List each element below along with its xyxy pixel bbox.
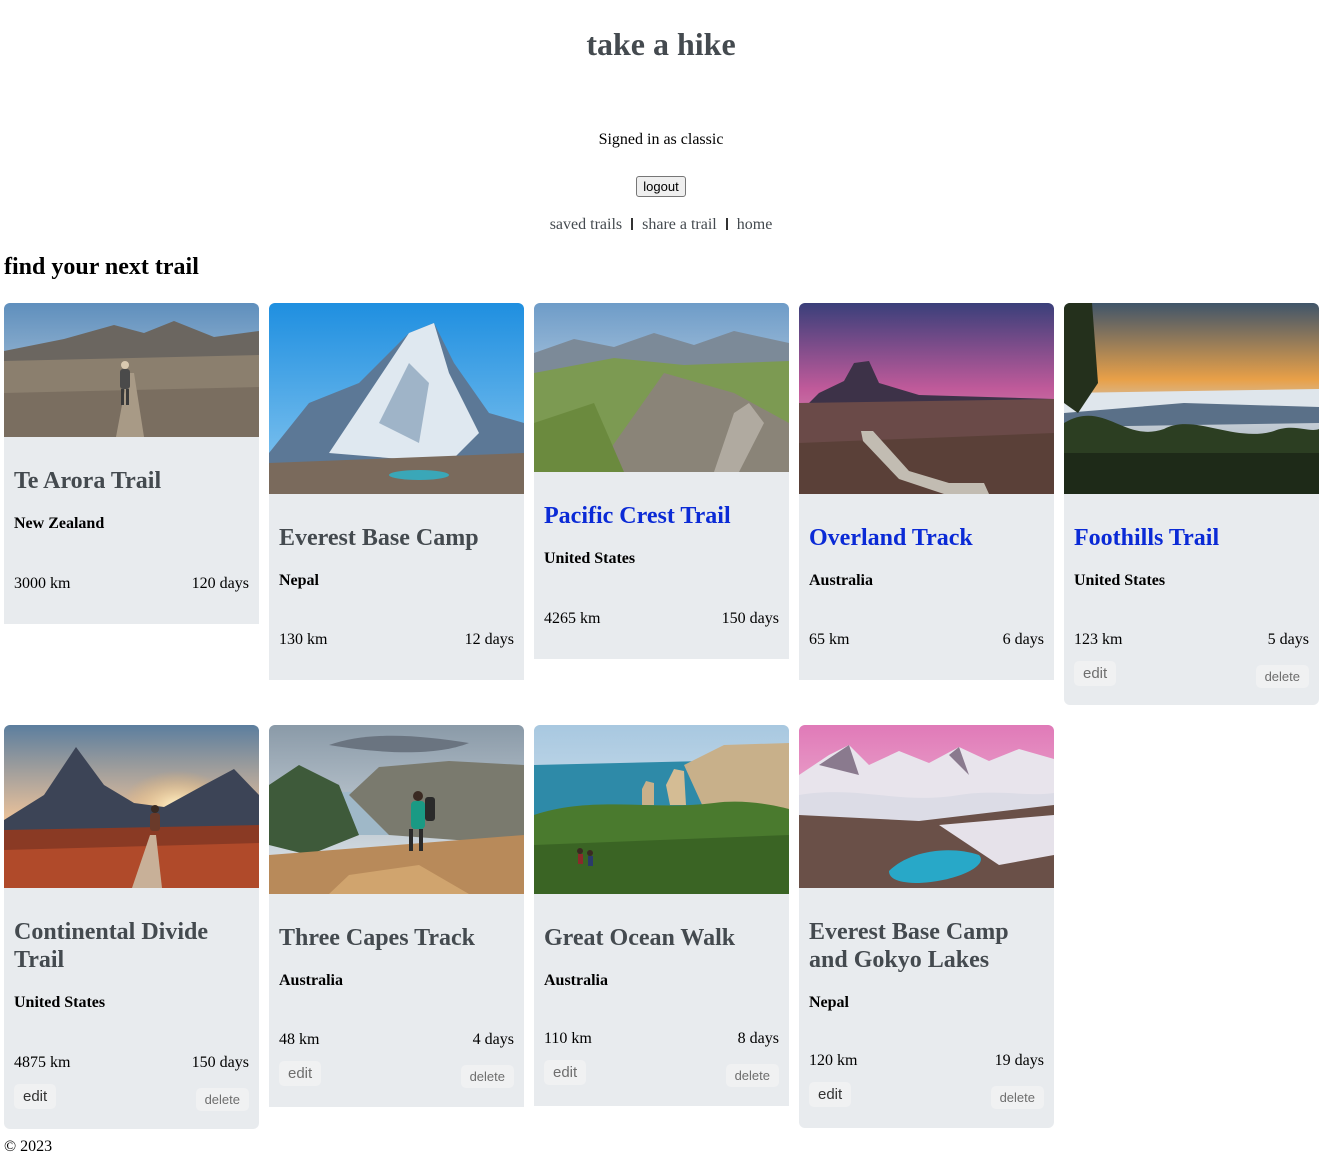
trail-card[interactable]: Continental Divide Trail United States 4… xyxy=(4,725,259,1129)
trail-card[interactable]: Three Capes Track Australia 48 km 4 days… xyxy=(269,725,524,1107)
edit-button[interactable]: edit xyxy=(279,1061,322,1086)
trail-distance: 4875 km xyxy=(14,1054,71,1071)
trail-name[interactable]: Foothills Trail xyxy=(1074,494,1309,552)
nav-separator xyxy=(631,218,634,230)
trail-country: Nepal xyxy=(809,994,849,1011)
delete-button[interactable]: delete xyxy=(195,1088,249,1111)
trail-country: United States xyxy=(14,994,106,1011)
trail-distance: 65 km xyxy=(809,631,850,648)
nav-saved-trails[interactable]: saved trails xyxy=(550,216,622,233)
trail-duration: 6 days xyxy=(1002,631,1044,648)
trail-distance: 110 km xyxy=(544,1030,592,1047)
trail-country: New Zealand xyxy=(14,515,105,532)
trail-duration: 150 days xyxy=(721,610,779,627)
trail-name[interactable]: Pacific Crest Trail xyxy=(544,472,779,530)
trail-country: Australia xyxy=(279,972,343,989)
trail-name[interactable]: Te Arora Trail xyxy=(14,437,249,495)
trail-photo xyxy=(1064,303,1319,494)
trail-country: Nepal xyxy=(279,572,319,589)
delete-button[interactable]: delete xyxy=(1255,665,1309,688)
nav-home[interactable]: home xyxy=(737,216,773,233)
nav-separator xyxy=(725,218,728,230)
trail-duration: 4 days xyxy=(472,1031,514,1048)
trail-country: Australia xyxy=(809,572,873,589)
trail-country: Australia xyxy=(544,972,608,989)
trail-card[interactable]: Foothills Trail United States 123 km 5 d… xyxy=(1064,303,1319,705)
trail-distance: 130 km xyxy=(279,631,328,648)
edit-button[interactable]: edit xyxy=(544,1060,587,1085)
trail-country: United States xyxy=(1074,572,1166,589)
trail-name[interactable]: Three Capes Track xyxy=(279,894,514,952)
trail-photo xyxy=(4,303,259,437)
trail-country: United States xyxy=(544,550,636,567)
logout-button[interactable]: logout xyxy=(636,176,686,197)
trail-photo xyxy=(269,725,524,894)
trail-duration: 150 days xyxy=(191,1054,249,1071)
trail-card[interactable]: Great Ocean Walk Australia 110 km 8 days… xyxy=(534,725,789,1106)
trail-card[interactable]: Overland Track Australia 65 km 6 days xyxy=(799,303,1054,680)
trail-duration: 120 days xyxy=(191,575,249,592)
trail-card[interactable]: Everest Base Camp and Gokyo Lakes Nepal … xyxy=(799,725,1054,1128)
trail-photo xyxy=(799,303,1054,494)
copyright-footer: © 2023 xyxy=(4,1138,53,1155)
trail-distance: 48 km xyxy=(279,1031,320,1048)
trail-photo xyxy=(269,303,524,494)
section-heading: find your next trail xyxy=(4,254,199,280)
nav-share-a-trail[interactable]: share a trail xyxy=(642,216,717,233)
site-title: take a hike xyxy=(586,26,736,62)
trail-duration: 19 days xyxy=(994,1052,1044,1069)
trail-card[interactable]: Te Arora Trail New Zealand 3000 km 120 d… xyxy=(4,303,259,624)
trail-name[interactable]: Everest Base Camp xyxy=(279,494,514,552)
trail-distance: 120 km xyxy=(809,1052,858,1069)
trail-photo xyxy=(799,725,1054,888)
signed-in-status: Signed in as classic xyxy=(598,131,724,148)
trail-card[interactable]: Everest Base Camp Nepal 130 km 12 days xyxy=(269,303,524,680)
delete-button[interactable]: delete xyxy=(725,1064,779,1087)
edit-button[interactable]: edit xyxy=(1074,661,1117,686)
edit-button[interactable]: edit xyxy=(14,1084,57,1109)
trail-name[interactable]: Everest Base Camp and Gokyo Lakes xyxy=(809,888,1044,974)
delete-button[interactable]: delete xyxy=(460,1065,514,1088)
trail-duration: 5 days xyxy=(1267,631,1309,648)
trail-distance: 3000 km xyxy=(14,575,71,592)
trail-duration: 8 days xyxy=(737,1030,779,1047)
main-nav: saved trails share a trail home xyxy=(0,216,1322,234)
trail-distance: 4265 km xyxy=(544,610,601,627)
trail-photo xyxy=(4,725,259,888)
trail-distance: 123 km xyxy=(1074,631,1123,648)
trail-photo xyxy=(534,725,789,894)
delete-button[interactable]: delete xyxy=(990,1086,1044,1109)
trail-card[interactable]: Pacific Crest Trail United States 4265 k… xyxy=(534,303,789,659)
trail-photo xyxy=(534,303,789,472)
trail-duration: 12 days xyxy=(464,631,514,648)
edit-button[interactable]: edit xyxy=(809,1082,852,1107)
trail-name[interactable]: Continental Divide Trail xyxy=(14,888,249,974)
trail-name[interactable]: Overland Track xyxy=(809,494,1044,552)
trail-name[interactable]: Great Ocean Walk xyxy=(544,894,779,952)
